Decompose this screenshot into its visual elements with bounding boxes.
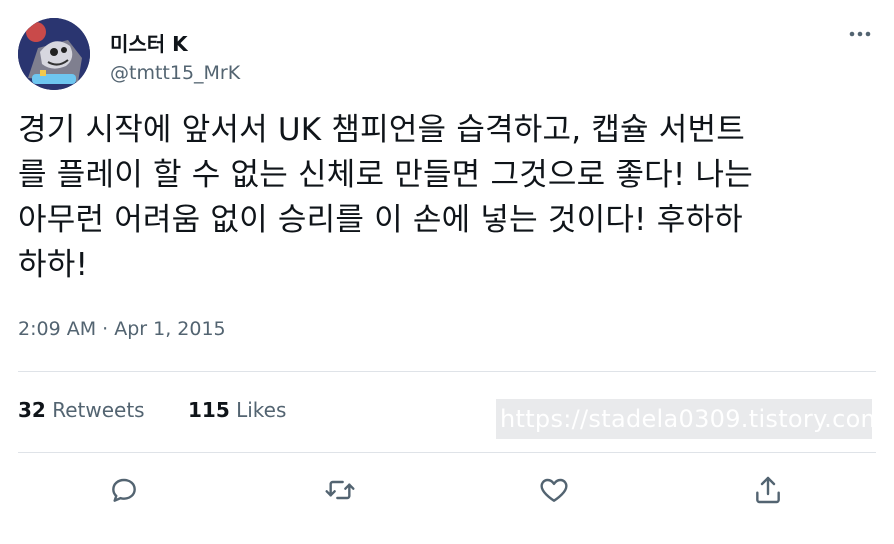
watermark: https://stadela0309.tistory.com bbox=[496, 399, 884, 439]
divider bbox=[18, 452, 876, 453]
tweet-text-line: 하하! bbox=[18, 247, 89, 283]
retweets-count: 32 bbox=[18, 398, 46, 422]
tweet-actions bbox=[0, 470, 894, 512]
more-options-icon[interactable] bbox=[846, 20, 874, 48]
avatar[interactable] bbox=[18, 18, 90, 90]
user-handle[interactable]: @tmtt15_MrK bbox=[110, 62, 240, 84]
retweets-stat[interactable]: 32 Retweets bbox=[18, 398, 145, 422]
tweet-text-line: 경기 시작에 앞서서 UK 챔피언을 습격하고, 캡슐 서번트 bbox=[18, 112, 745, 148]
reply-icon[interactable] bbox=[104, 470, 144, 510]
tweet-text: 경기 시작에 앞서서 UK 챔피언을 습격하고, 캡슐 서번트 를 플레이 할 … bbox=[18, 108, 878, 288]
tweet-timestamp[interactable]: 2:09 AM · Apr 1, 2015 bbox=[18, 318, 226, 340]
share-icon[interactable] bbox=[748, 470, 788, 510]
likes-stat[interactable]: 115 Likes bbox=[188, 398, 286, 422]
likes-count: 115 bbox=[188, 398, 230, 422]
tweet-header: 미스터 K @tmtt15_MrK bbox=[18, 18, 878, 90]
heart-icon[interactable] bbox=[534, 470, 574, 510]
tweet-text-line: 를 플레이 할 수 없는 신체로 만들면 그것으로 좋다! 나는 bbox=[18, 157, 753, 193]
retweet-icon[interactable] bbox=[320, 470, 360, 510]
likes-label: Likes bbox=[236, 398, 287, 422]
display-name[interactable]: 미스터 K bbox=[110, 28, 188, 57]
avatar-image bbox=[18, 18, 90, 90]
retweets-label: Retweets bbox=[52, 398, 145, 422]
tweet-text-line: 아무런 어려움 없이 승리를 이 손에 넣는 것이다! 후하하 bbox=[18, 202, 743, 238]
divider bbox=[18, 371, 876, 372]
